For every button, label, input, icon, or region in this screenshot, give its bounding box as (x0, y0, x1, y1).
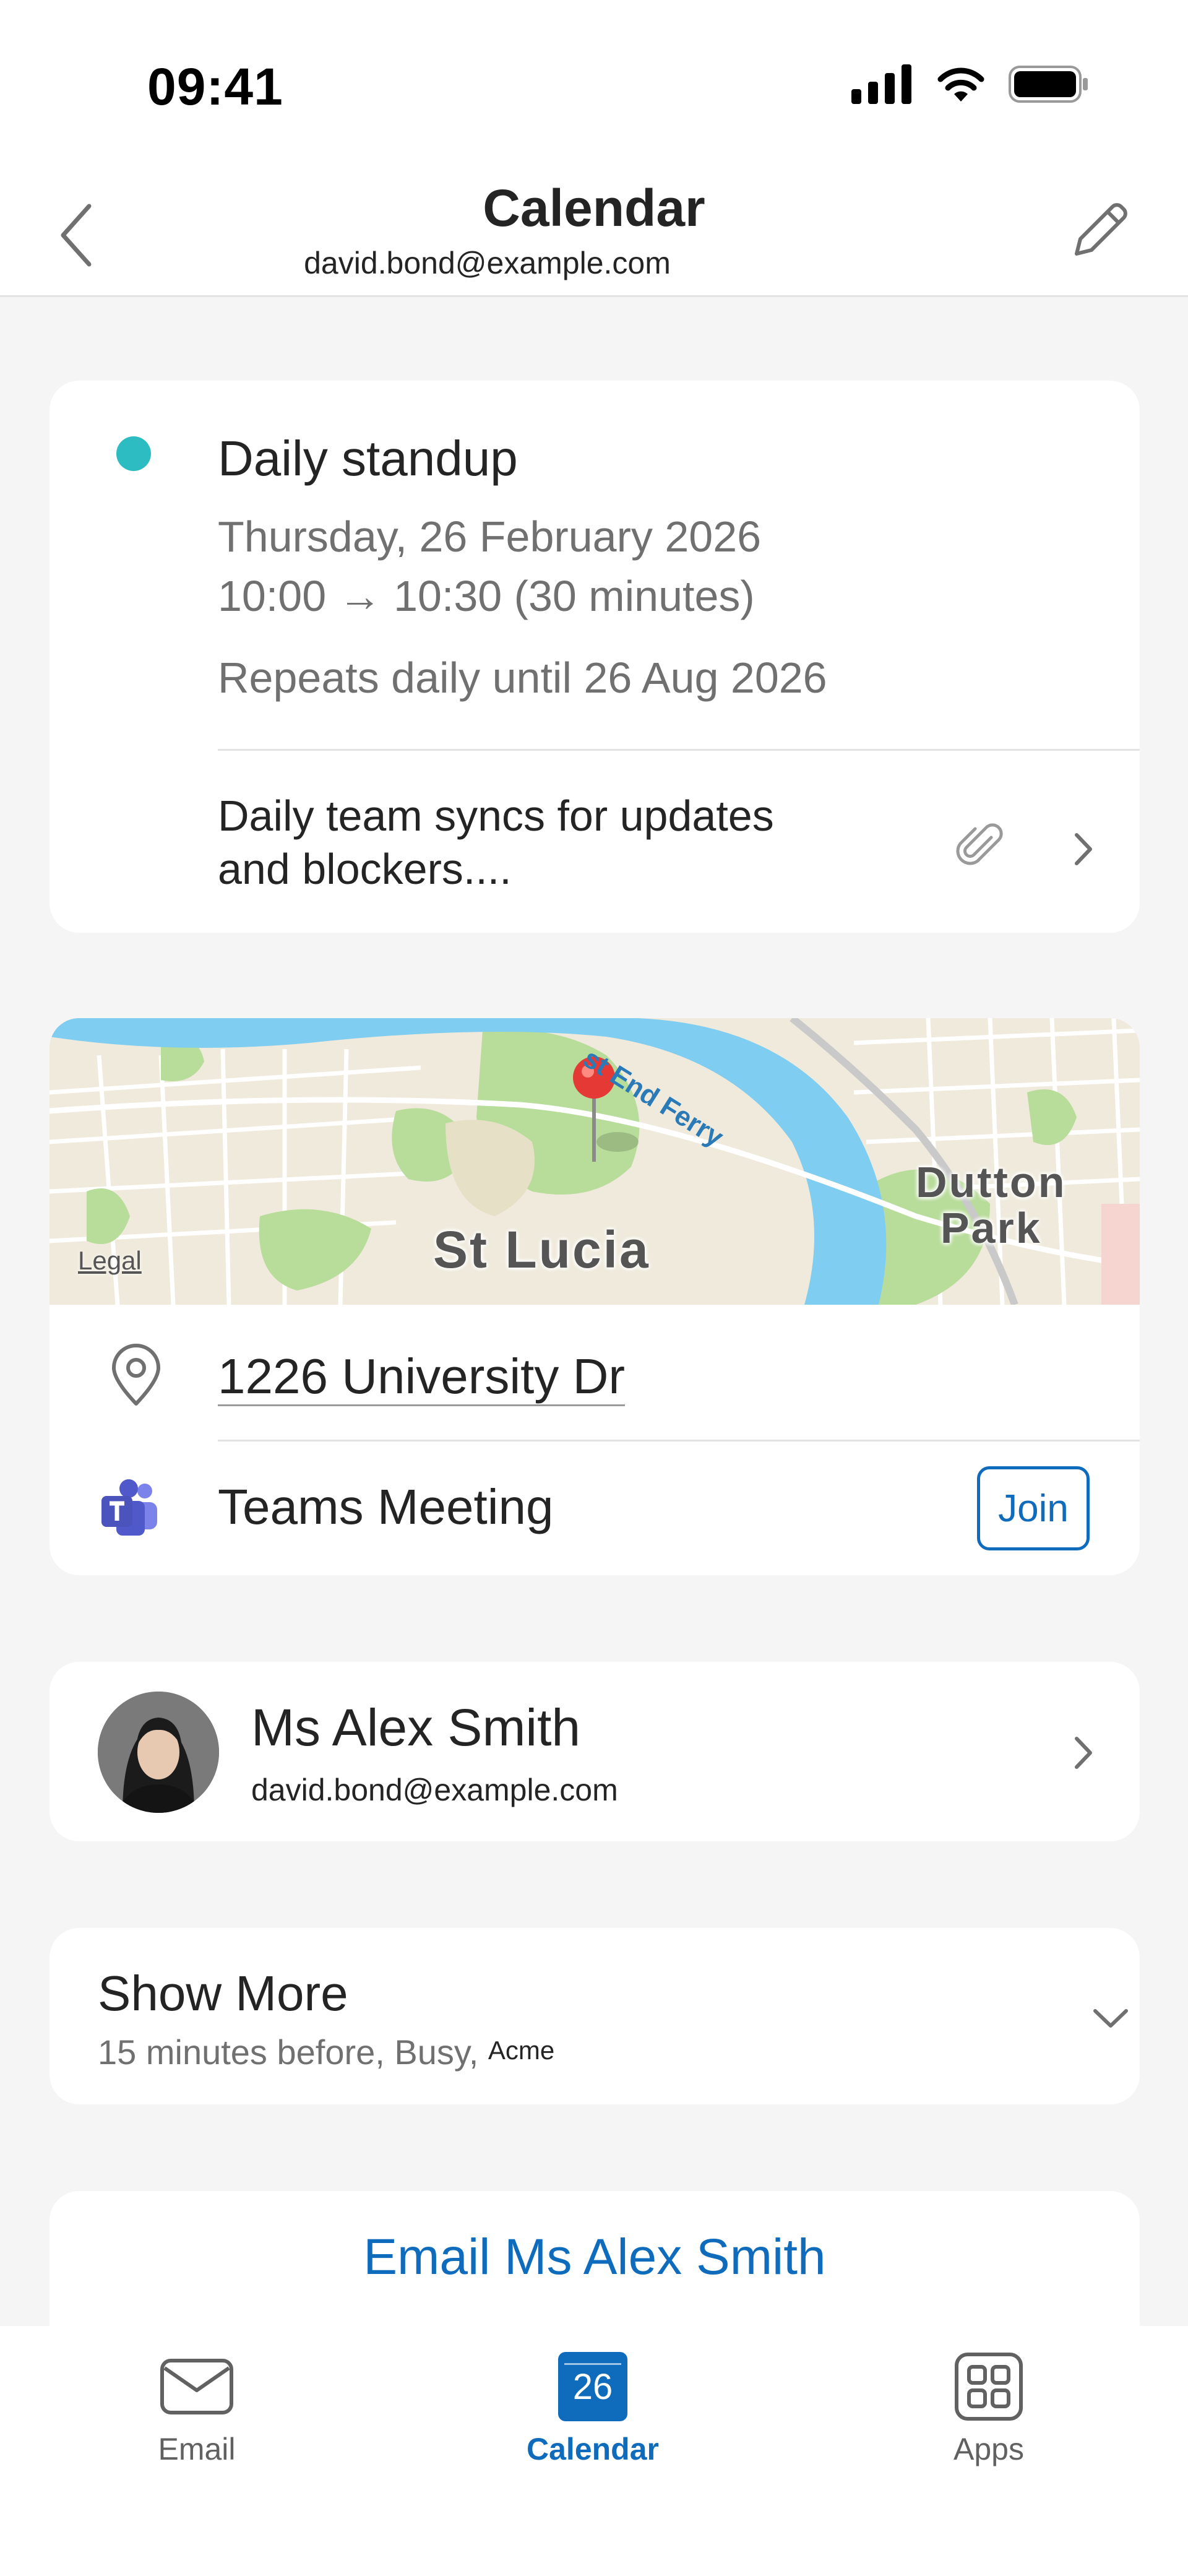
status-time: 09:41 (147, 58, 283, 116)
chevron-right-icon (1075, 1737, 1092, 1769)
map-label-park-line: Park (940, 1204, 1042, 1252)
pencil-icon (1075, 203, 1127, 256)
calendar-color-dot (116, 436, 151, 471)
event-date: Thursday, 26 February 2026 (218, 512, 762, 561)
organizer-name: Ms Alex Smith (251, 1698, 581, 1757)
event-description[interactable]: Daily team syncs for updates and blocker… (218, 789, 861, 896)
teams-meeting-row: Teams Meeting Join (50, 1441, 1140, 1575)
status-bar: 09:41 (0, 0, 1188, 161)
location-row[interactable]: 1226 University Dr (50, 1305, 1140, 1440)
show-more-summary: 15 minutes before, Busy, Acme (98, 2032, 554, 2072)
app-header: Calendar david.bond@example.com (0, 161, 1188, 297)
apps-icon (952, 2349, 1026, 2424)
calendar-date-badge: 26 (558, 2352, 627, 2421)
calendar-account: david.bond@example.com (304, 246, 671, 280)
tab-email[interactable]: Email (73, 2326, 321, 2512)
bottom-tab-bar: Email 26 Calendar Apps (0, 2326, 1188, 2576)
event-description-line: Daily team syncs for updates (218, 792, 774, 840)
tab-calendar[interactable]: 26 Calendar (469, 2326, 717, 2512)
organizer-email: david.bond@example.com (251, 1773, 618, 1807)
divider (218, 749, 1140, 751)
paperclip-icon (956, 823, 1003, 865)
location-address[interactable]: 1226 University Dr (218, 1348, 625, 1405)
edit-button[interactable] (1058, 192, 1138, 272)
event-description-line: and blockers.... (218, 845, 512, 893)
email-organizer-button[interactable]: Email Ms Alex Smith (50, 2228, 1140, 2286)
tab-label: Email (158, 2432, 236, 2466)
show-more-card[interactable]: Show More 15 minutes before, Busy, Acme (50, 1928, 1140, 2104)
mail-icon (160, 2349, 234, 2424)
tab-label: Apps (953, 2432, 1024, 2466)
show-more-summary-text: 15 minutes before, Busy, (98, 2033, 479, 2072)
event-time: 10:00 → 10:30 (30 minutes) (218, 572, 755, 620)
calendar-icon: 26 (556, 2349, 630, 2424)
tab-label: Calendar (527, 2432, 659, 2466)
map-label-suburb: St Lucia (433, 1221, 650, 1279)
event-recurrence: Repeats daily until 26 Aug 2026 (218, 654, 827, 702)
location-map[interactable]: st End Ferry St Lucia Dutton Park Legal (50, 1018, 1140, 1305)
event-details-card: Daily standup Thursday, 26 February 2026… (50, 381, 1140, 933)
page-title: Calendar (483, 179, 705, 237)
organizer-card[interactable]: Ms Alex Smith david.bond@example.com (50, 1662, 1140, 1841)
chevron-down-icon (1093, 2009, 1128, 2028)
status-icons (851, 64, 1089, 104)
event-title: Daily standup (218, 431, 518, 486)
show-more-calendar-name: Acme (488, 2036, 555, 2065)
signal-icon (851, 64, 911, 104)
chevron-right-icon[interactable] (1064, 828, 1101, 871)
battery-icon (1009, 66, 1088, 103)
tab-apps[interactable]: Apps (865, 2326, 1113, 2512)
location-pin-icon (112, 1344, 160, 1406)
join-meeting-button[interactable]: Join (977, 1466, 1090, 1550)
avatar (98, 1692, 219, 1813)
show-more-title: Show More (98, 1966, 348, 2021)
map-legal-link[interactable]: Legal (78, 1246, 142, 1276)
map-label-park-line: Dutton (916, 1158, 1067, 1206)
location-card: st End Ferry St Lucia Dutton Park Legal … (50, 1018, 1140, 1575)
map-label-park: Dutton Park (916, 1159, 1066, 1251)
person-avatar-image (98, 1692, 219, 1813)
wifi-icon (937, 67, 984, 102)
teams-icon (101, 1479, 157, 1536)
teams-meeting-label: Teams Meeting (218, 1479, 554, 1534)
